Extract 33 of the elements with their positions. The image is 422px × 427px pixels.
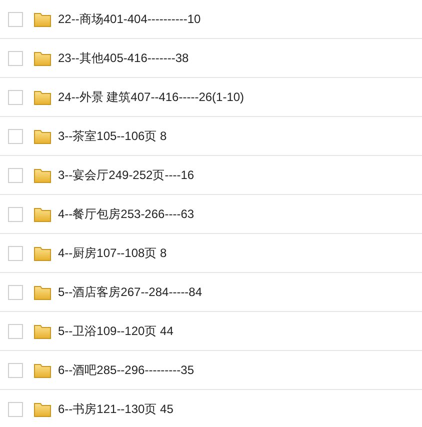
checkbox[interactable] — [8, 324, 23, 338]
checkbox[interactable] — [8, 206, 23, 222]
checkbox[interactable] — [8, 50, 23, 66]
checkbox[interactable] — [8, 12, 23, 26]
folder-icon — [34, 128, 51, 144]
checkbox[interactable] — [8, 402, 23, 416]
folder-name[interactable]: 24--外景 建筑407--416-----26(1-10) — [58, 88, 244, 106]
folder-icon — [34, 206, 51, 222]
folder-name[interactable]: 23--其他405-416-------38 — [58, 50, 189, 66]
folder-name[interactable]: 4--厨房107--108页 8 — [58, 244, 167, 262]
folder-name[interactable]: 6--书房121--130页 45 — [58, 400, 174, 418]
folder-icon — [34, 402, 51, 416]
folder-icon — [34, 12, 51, 26]
folder-icon — [34, 246, 51, 260]
folder-name[interactable]: 6--酒吧285--296---------35 — [58, 362, 194, 378]
folder-icon — [34, 50, 51, 66]
folder-icon — [34, 168, 51, 182]
checkbox[interactable] — [8, 284, 23, 300]
checkbox[interactable] — [8, 362, 23, 378]
folder-name[interactable]: 22--商场401-404----------10 — [58, 10, 201, 28]
folder-name[interactable]: 3--茶室105--106页 8 — [58, 128, 167, 144]
folder-name[interactable]: 5--卫浴109--120页 44 — [58, 322, 174, 340]
folder-name[interactable]: 4--餐厅包房253-266----63 — [58, 206, 194, 222]
folder-name[interactable]: 3--宴会厅249-252页----16 — [58, 166, 194, 184]
checkbox[interactable] — [8, 90, 23, 104]
checkbox[interactable] — [8, 246, 23, 260]
folder-name[interactable]: 5--酒店客房267--284-----84 — [58, 284, 202, 300]
folder-icon — [34, 90, 51, 104]
folder-icon — [34, 362, 51, 378]
folder-icon — [34, 324, 51, 338]
checkbox[interactable] — [8, 128, 23, 144]
checkbox[interactable] — [8, 168, 23, 182]
folder-icon — [34, 284, 51, 300]
